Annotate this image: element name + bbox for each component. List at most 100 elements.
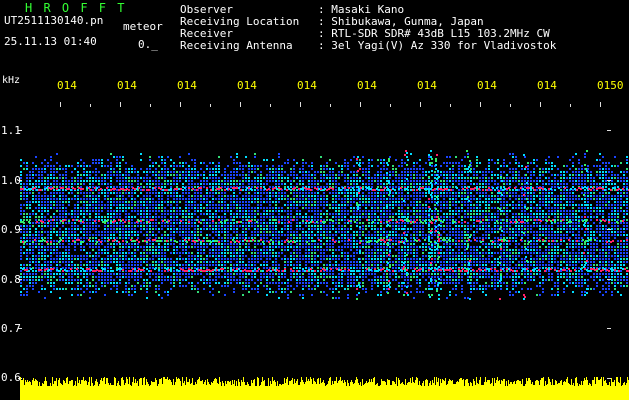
noise-pixel bbox=[239, 273, 241, 275]
noise-pixel bbox=[287, 285, 289, 287]
noise-pixel bbox=[254, 261, 256, 263]
noise-pixel bbox=[107, 177, 109, 179]
noise-pixel bbox=[98, 198, 100, 200]
noise-pixel bbox=[41, 168, 43, 170]
noise-pixel bbox=[134, 222, 136, 224]
noise-pixel bbox=[434, 282, 436, 284]
noise-pixel bbox=[350, 186, 352, 188]
noise-pixel bbox=[335, 222, 337, 224]
noise-pixel bbox=[113, 156, 115, 158]
noise-pixel bbox=[155, 261, 157, 263]
noise-pixel bbox=[299, 282, 301, 284]
noise-pixel bbox=[269, 255, 271, 257]
noise-pixel bbox=[179, 198, 181, 200]
noise-pixel bbox=[302, 297, 304, 299]
noise-pixel bbox=[38, 291, 40, 293]
noise-pixel bbox=[137, 273, 139, 275]
noise-pixel bbox=[287, 201, 289, 203]
noise-pixel bbox=[266, 261, 268, 263]
noise-pixel bbox=[122, 231, 124, 233]
noise-pixel bbox=[200, 207, 202, 209]
noise-pixel bbox=[401, 222, 403, 224]
noise-pixel bbox=[254, 270, 256, 272]
noise-pixel bbox=[59, 273, 61, 275]
noise-pixel bbox=[224, 249, 226, 251]
noise-pixel bbox=[341, 279, 343, 281]
noise-pixel bbox=[272, 210, 274, 212]
noise-pixel bbox=[116, 171, 118, 173]
noise-pixel bbox=[125, 219, 127, 221]
noise-pixel bbox=[443, 162, 445, 164]
noise-pixel bbox=[383, 261, 385, 263]
noise-pixel bbox=[299, 198, 301, 200]
noise-pixel bbox=[209, 204, 211, 206]
noise-pixel bbox=[206, 237, 208, 239]
noise-pixel bbox=[362, 279, 364, 281]
noise-pixel bbox=[116, 252, 118, 254]
noise-pixel bbox=[404, 273, 406, 275]
noise-pixel bbox=[275, 216, 277, 218]
noise-pixel bbox=[236, 195, 238, 197]
noise-pixel bbox=[335, 192, 337, 194]
noise-pixel bbox=[314, 246, 316, 248]
noise-pixel bbox=[302, 216, 304, 218]
noise-pixel bbox=[53, 243, 55, 245]
noise-pixel bbox=[83, 168, 85, 170]
noise-pixel bbox=[134, 180, 136, 182]
noise-pixel bbox=[341, 213, 343, 215]
noise-pixel bbox=[215, 267, 217, 269]
noise-pixel bbox=[119, 201, 121, 203]
noise-pixel bbox=[119, 213, 121, 215]
noise-pixel bbox=[395, 219, 397, 221]
noise-pixel bbox=[329, 249, 331, 251]
noise-pixel bbox=[155, 237, 157, 239]
noise-pixel bbox=[398, 213, 400, 215]
noise-pixel bbox=[251, 252, 253, 254]
noise-pixel bbox=[152, 210, 154, 212]
noise-pixel bbox=[350, 273, 352, 275]
noise-pixel bbox=[308, 234, 310, 236]
noise-pixel bbox=[131, 288, 133, 290]
noise-pixel bbox=[149, 207, 151, 209]
noise-pixel bbox=[386, 279, 388, 281]
noise-pixel bbox=[86, 285, 88, 287]
noise-pixel bbox=[29, 252, 31, 254]
noise-pixel bbox=[221, 180, 223, 182]
noise-pixel bbox=[350, 207, 352, 209]
noise-pixel bbox=[440, 180, 442, 182]
noise-pixel bbox=[233, 288, 235, 290]
noise-pixel bbox=[110, 234, 112, 236]
noise-pixel bbox=[191, 282, 193, 284]
noise-pixel bbox=[335, 264, 337, 266]
noise-pixel bbox=[44, 168, 46, 170]
noise-pixel bbox=[275, 177, 277, 179]
noise-pixel bbox=[197, 204, 199, 206]
noise-pixel bbox=[224, 273, 226, 275]
noise-pixel bbox=[440, 279, 442, 281]
noise-pixel bbox=[146, 177, 148, 179]
noise-pixel bbox=[335, 231, 337, 233]
noise-pixel bbox=[26, 291, 28, 293]
noise-pixel bbox=[386, 282, 388, 284]
noise-pixel bbox=[323, 252, 325, 254]
noise-pixel bbox=[158, 264, 160, 266]
noise-pixel bbox=[71, 213, 73, 215]
noise-pixel bbox=[284, 204, 286, 206]
noise-pixel bbox=[179, 210, 181, 212]
noise-pixel bbox=[314, 243, 316, 245]
noise-pixel bbox=[242, 249, 244, 251]
noise-pixel bbox=[110, 174, 112, 176]
noise-pixel bbox=[326, 162, 328, 164]
noise-pixel bbox=[260, 216, 262, 218]
noise-pixel bbox=[176, 201, 178, 203]
noise-pixel bbox=[71, 273, 73, 275]
noise-pixel bbox=[113, 285, 115, 287]
noise-pixel bbox=[143, 210, 145, 212]
noise-pixel bbox=[200, 162, 202, 164]
noise-pixel bbox=[161, 276, 163, 278]
noise-pixel bbox=[431, 246, 433, 248]
noise-pixel bbox=[239, 237, 241, 239]
noise-pixel bbox=[80, 237, 82, 239]
noise-pixel bbox=[383, 216, 385, 218]
noise-pixel bbox=[182, 267, 184, 269]
